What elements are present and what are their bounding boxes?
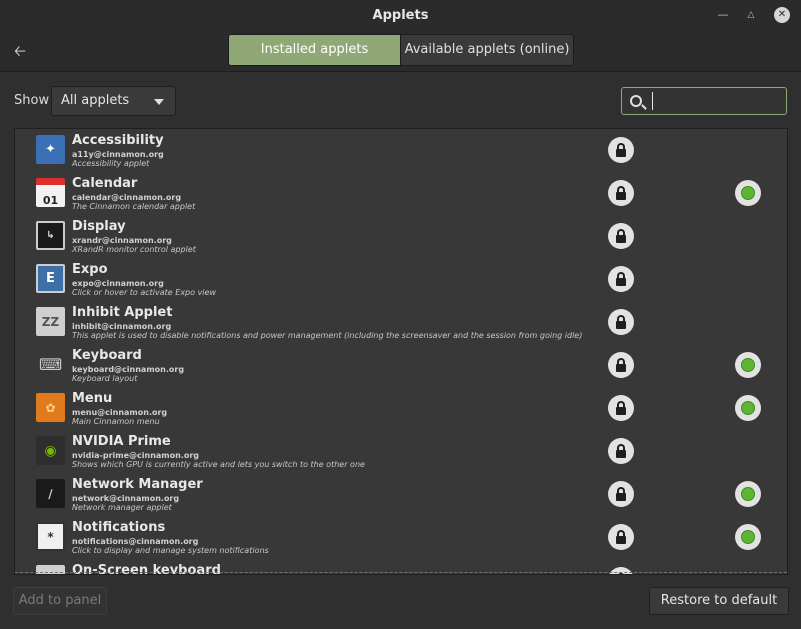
- search-input[interactable]: [652, 92, 780, 110]
- applet-name: Display: [72, 219, 126, 234]
- applet-uuid: network@cinnamon.org: [72, 494, 180, 503]
- applet-name: Expo: [72, 262, 108, 277]
- inhibit-icon: ZZ: [36, 307, 65, 336]
- notifications-icon: *: [36, 522, 65, 551]
- show-label: Show: [14, 93, 50, 108]
- applet-name: NVIDIA Prime: [72, 434, 171, 449]
- lock-icon: [608, 266, 634, 292]
- tab-available-applets[interactable]: Available applets (online): [401, 34, 574, 66]
- applet-uuid: notifications@cinnamon.org: [72, 537, 199, 546]
- applet-description: Main Cinnamon menu: [72, 417, 160, 426]
- lock-icon: [608, 438, 634, 464]
- applet-row[interactable]: ↳ Display xrandr@cinnamon.org XRandR monito…: [15, 215, 787, 258]
- applet-description: XRandR monitor control applet: [72, 245, 196, 254]
- close-icon[interactable]: ✕: [774, 7, 790, 23]
- applet-name: Accessibility: [72, 133, 164, 148]
- applet-description: The Cinnamon calendar applet: [72, 202, 196, 211]
- applet-uuid: nvidia-prime@cinnamon.org: [72, 451, 200, 460]
- applet-list[interactable]: ✦ Accessibility a11y@cinnamon.org Accessibi…: [14, 128, 788, 575]
- applet-uuid: menu@cinnamon.org: [72, 408, 168, 417]
- filter-dropdown-value: All applets: [61, 93, 130, 108]
- maximize-icon[interactable]: △: [744, 8, 758, 22]
- active-status-icon: [735, 524, 761, 550]
- menu-icon: ✿: [36, 393, 65, 422]
- tab-installed-applets[interactable]: Installed applets: [228, 34, 401, 66]
- applet-name: Menu: [72, 391, 113, 406]
- active-status-icon: [735, 180, 761, 206]
- calendar-icon: 01: [36, 178, 65, 207]
- applet-name: Inhibit Applet: [72, 305, 173, 320]
- applet-description: Keyboard layout: [72, 374, 138, 383]
- applet-description: Shows which GPU is currently active and …: [72, 460, 365, 469]
- add-to-panel-button[interactable]: Add to panel: [13, 587, 107, 615]
- chevron-down-icon: [154, 99, 164, 105]
- minimize-icon[interactable]: —: [716, 8, 730, 22]
- applet-name: On-Screen keyboard: [72, 563, 221, 575]
- applet-description: Network manager applet: [72, 503, 172, 512]
- applet-uuid: a11y@cinnamon.org: [72, 150, 164, 159]
- applet-description: Click or hover to activate Expo view: [72, 288, 216, 297]
- restore-to-default-button[interactable]: Restore to default: [649, 587, 789, 615]
- tab-switcher: Installed applets Available applets (onl…: [228, 34, 574, 66]
- display-icon: ↳: [36, 221, 65, 250]
- applet-row[interactable]: ✿ Menu menu@cinnamon.org Main Cinnamon menu: [15, 387, 787, 430]
- applet-description: This applet is used to disable notificat…: [72, 331, 583, 340]
- applet-uuid: keyboard@cinnamon.org: [72, 365, 185, 374]
- lock-icon: [608, 395, 634, 421]
- search-icon: [630, 95, 642, 107]
- filter-toolbar: Show All applets: [0, 73, 801, 128]
- expo-icon: E: [36, 264, 65, 293]
- active-status-icon: [735, 352, 761, 378]
- applet-row[interactable]: ◉ NVIDIA Prime nvidia-prime@cinnamon.org Sh…: [15, 430, 787, 473]
- applet-row[interactable]: * Notifications notifications@cinnamon.org…: [15, 516, 787, 559]
- lock-icon: [608, 481, 634, 507]
- search-box[interactable]: [621, 87, 787, 115]
- applet-uuid: expo@cinnamon.org: [72, 279, 164, 288]
- applet-uuid: calendar@cinnamon.org: [72, 193, 182, 202]
- applet-uuid: xrandr@cinnamon.org: [72, 236, 172, 245]
- onscreen-keyboard-icon: [36, 565, 65, 574]
- applet-name: Keyboard: [72, 348, 142, 363]
- list-drop-indicator: [15, 572, 787, 573]
- lock-icon: [608, 309, 634, 335]
- active-status-icon: [735, 481, 761, 507]
- applet-name: Calendar: [72, 176, 138, 191]
- applet-name: Notifications: [72, 520, 166, 535]
- filter-dropdown[interactable]: All applets: [51, 86, 176, 116]
- applet-row[interactable]: ∕ Network Manager network@cinnamon.org Netw…: [15, 473, 787, 516]
- header-bar: 🡠 Installed applets Available applets (o…: [0, 32, 801, 72]
- lock-icon: [608, 567, 634, 574]
- lock-icon: [608, 352, 634, 378]
- titlebar: Applets — △ ✕: [0, 0, 801, 32]
- lock-icon: [608, 180, 634, 206]
- accessibility-icon: ✦: [36, 135, 65, 164]
- lock-icon: [608, 524, 634, 550]
- lock-icon: [608, 137, 634, 163]
- lock-icon: [608, 223, 634, 249]
- window-title: Applets: [372, 8, 429, 23]
- applet-uuid: inhibit@cinnamon.org: [72, 322, 172, 331]
- back-arrow-icon[interactable]: 🡠: [14, 42, 34, 60]
- nvidia-icon: ◉: [36, 436, 65, 465]
- applet-row[interactable]: ZZ Inhibit Applet inhibit@cinnamon.org This…: [15, 301, 787, 344]
- applet-row[interactable]: E Expo expo@cinnamon.org Click or hover to …: [15, 258, 787, 301]
- network-icon: ∕: [36, 479, 65, 508]
- applet-description: Click to display and manage system notif…: [72, 546, 269, 555]
- applet-name: Network Manager: [72, 477, 203, 492]
- applet-row[interactable]: ✦ Accessibility a11y@cinnamon.org Accessibi…: [15, 129, 787, 172]
- applet-row[interactable]: ⌨ Keyboard keyboard@cinnamon.org Keyboard l…: [15, 344, 787, 387]
- applet-row[interactable]: 01 Calendar calendar@cinnamon.org The Cinna…: [15, 172, 787, 215]
- active-status-icon: [735, 395, 761, 421]
- applet-description: Accessibility applet: [72, 159, 150, 168]
- keyboard-icon: ⌨: [38, 355, 63, 374]
